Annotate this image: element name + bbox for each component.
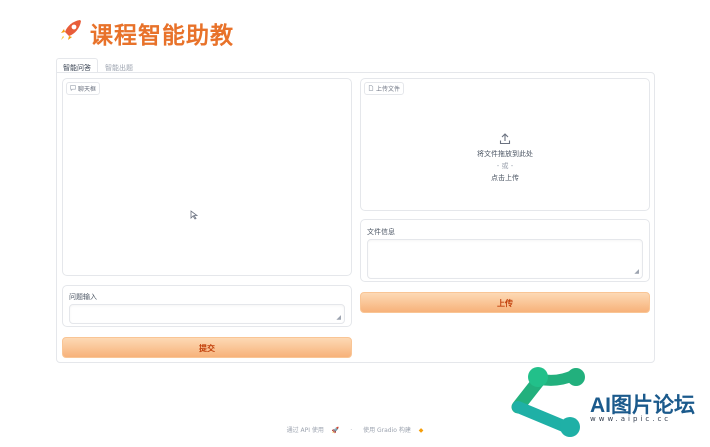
chat-bubble-icon <box>70 84 76 93</box>
question-input[interactable] <box>69 304 345 324</box>
rocket-icon <box>58 17 84 50</box>
upload-button[interactable]: 上传 <box>360 292 650 313</box>
mouse-pointer-icon <box>190 210 199 223</box>
file-info-textarea[interactable] <box>367 239 643 279</box>
resize-grip-icon[interactable]: ◢ <box>634 269 639 275</box>
rocket-small-icon: 🚀 <box>331 427 340 434</box>
footer: 通过 API 使用 🚀 · 使用 Gradio 构建 ◆ <box>0 425 710 434</box>
api-link-text: 通过 API 使用 <box>286 427 324 434</box>
chatbot-label-text: 聊天框 <box>78 86 97 93</box>
app-header: 课程智能助教 <box>58 16 234 50</box>
resize-grip-icon[interactable]: ◢ <box>336 315 341 321</box>
page-title: 课程智能助教 <box>90 23 234 49</box>
upload-label-text: 上传文件 <box>376 86 401 93</box>
upload-label: 上传文件 <box>364 82 405 95</box>
question-label: 问题输入 <box>69 293 97 301</box>
click-upload-text: 点击上传 <box>491 174 519 182</box>
file-info-label: 文件信息 <box>367 228 395 236</box>
upload-icon <box>361 133 649 148</box>
footer-separator: · <box>350 427 353 434</box>
gradio-link[interactable]: 使用 Gradio 构建 ◆ <box>360 427 426 434</box>
file-info-panel: 文件信息 ◢ <box>360 219 650 282</box>
drop-text: 将文件拖放到此处 <box>477 150 533 158</box>
upload-dropzone[interactable]: 上传文件 将文件拖放到此处 - 或 - 点击上传 <box>360 78 650 211</box>
chatbot-panel: 聊天框 <box>62 78 352 276</box>
gradio-link-text: 使用 Gradio 构建 <box>363 427 411 434</box>
submit-button[interactable]: 提交 <box>62 337 352 358</box>
file-icon <box>368 84 374 93</box>
gradio-logo-icon: ◆ <box>418 427 424 434</box>
upload-prompt: 将文件拖放到此处 - 或 - 点击上传 <box>361 133 649 184</box>
watermark-url: www.aipic.cc <box>590 415 672 423</box>
chatbot-label: 聊天框 <box>66 82 101 95</box>
question-panel: 问题输入 ◢ <box>62 285 352 327</box>
api-link[interactable]: 通过 API 使用 🚀 <box>284 427 343 434</box>
or-text: - 或 - <box>496 162 514 170</box>
tab-content: 聊天框 问题输入 ◢ 提交 上传文件 将文件拖放到此处 - 或 - 点击上传 文… <box>56 72 655 363</box>
